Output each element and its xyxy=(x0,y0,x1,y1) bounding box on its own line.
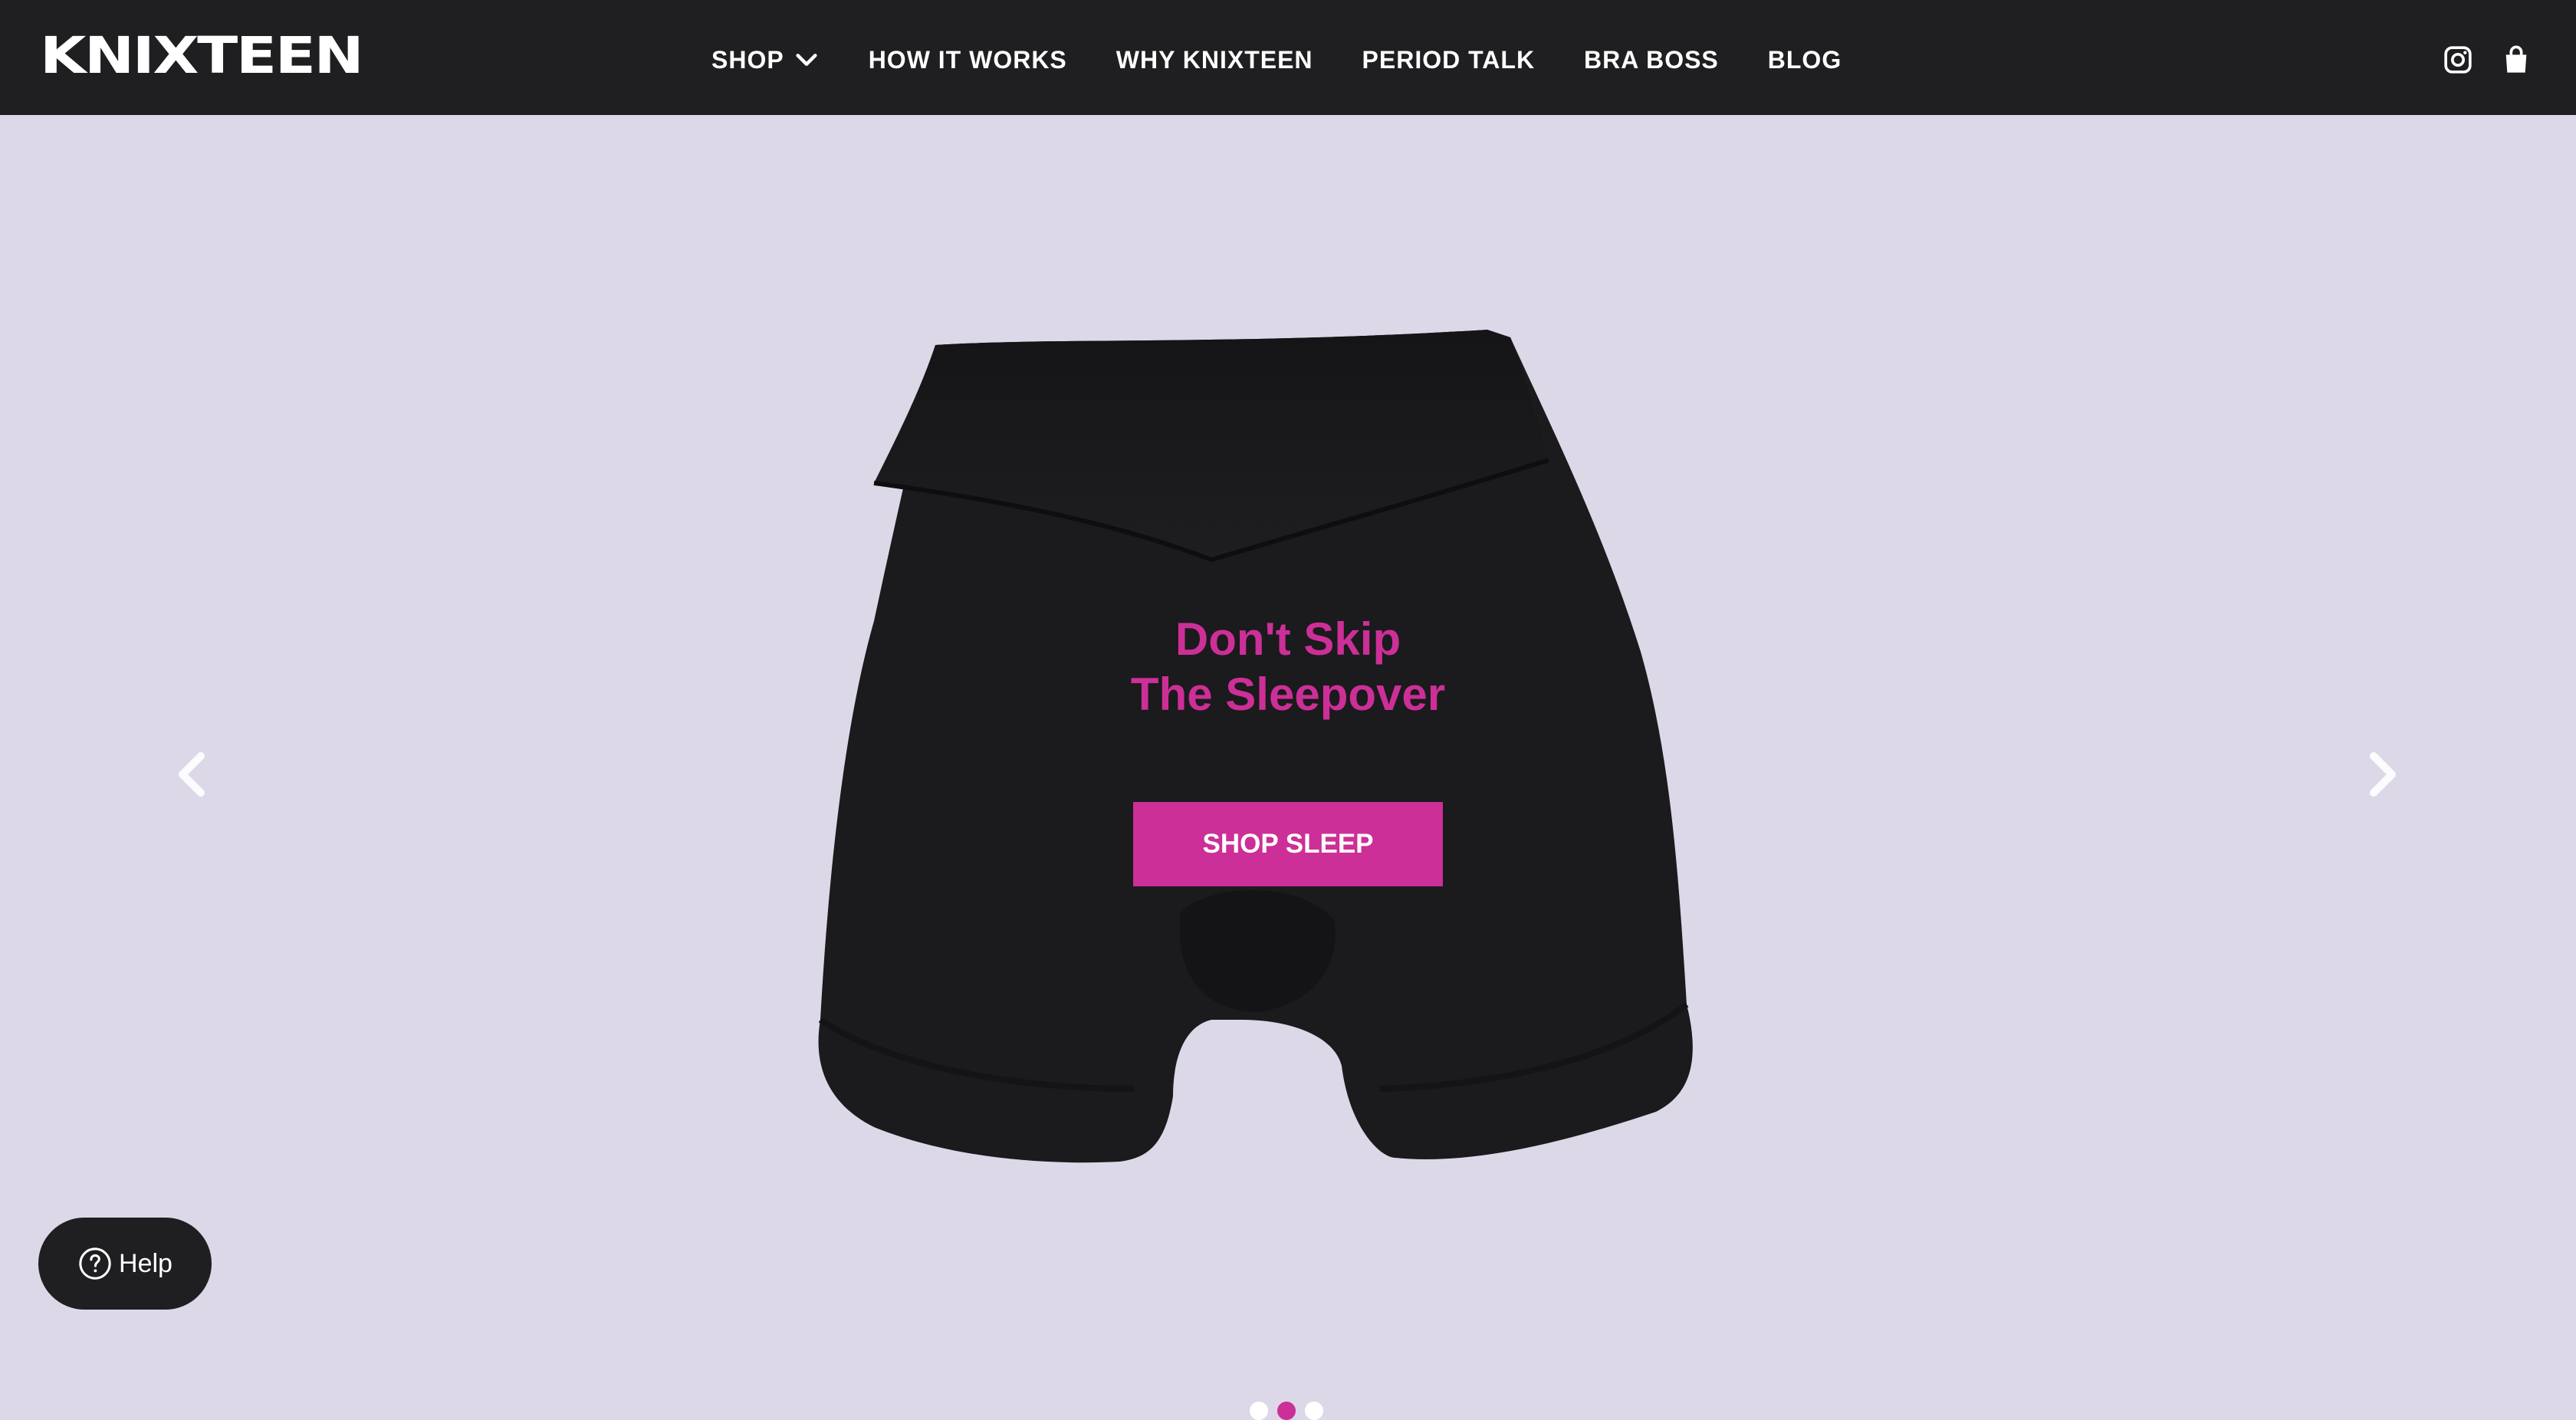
hero-headline: Don't Skip The Sleepover xyxy=(1058,612,1518,722)
hero-carousel: Don't Skip The Sleepover SHOP SLEEP xyxy=(0,115,2576,1420)
nav-item-why-knixteen[interactable]: WHY KNIXTEEN xyxy=(1116,46,1313,74)
chevron-down-icon xyxy=(796,54,817,66)
nav-item-period-talk[interactable]: PERIOD TALK xyxy=(1362,46,1536,74)
main-nav: SHOP HOW IT WORKS WHY KNIXTEEN PERIOD TA… xyxy=(711,41,1842,78)
nav-item-label: SHOP xyxy=(711,45,784,74)
carousel-dot-1[interactable] xyxy=(1250,1402,1268,1420)
shopping-bag-icon[interactable] xyxy=(2501,44,2532,75)
help-button[interactable]: Help xyxy=(38,1218,212,1310)
headline-line-2: The Sleepover xyxy=(1130,669,1446,720)
question-mark-icon xyxy=(79,1247,111,1280)
headline-line-1: Don't Skip xyxy=(1175,613,1401,665)
site-header: KNIXTEEN SHOP HOW IT WORKS WHY KNIXTEEN … xyxy=(0,0,2576,115)
carousel-dots xyxy=(1250,1402,1323,1420)
nav-item-blog[interactable]: BLOG xyxy=(1768,46,1842,74)
header-icons xyxy=(2443,44,2532,75)
nav-item-how-it-works[interactable]: HOW IT WORKS xyxy=(869,46,1067,74)
nav-item-bra-boss[interactable]: BRA BOSS xyxy=(1584,46,1719,74)
carousel-prev-icon[interactable] xyxy=(170,744,216,805)
carousel-next-icon[interactable] xyxy=(2358,744,2404,805)
help-label: Help xyxy=(119,1248,172,1278)
sleep-shorts-image xyxy=(818,330,1693,1163)
shop-sleep-button[interactable]: SHOP SLEEP xyxy=(1133,802,1443,886)
nav-item-shop[interactable]: SHOP xyxy=(711,46,820,74)
knixteen-logo[interactable]: KNIXTEEN xyxy=(40,31,364,81)
carousel-dot-3[interactable] xyxy=(1305,1402,1323,1420)
instagram-icon[interactable] xyxy=(2443,44,2473,75)
carousel-dot-2[interactable] xyxy=(1277,1402,1296,1420)
